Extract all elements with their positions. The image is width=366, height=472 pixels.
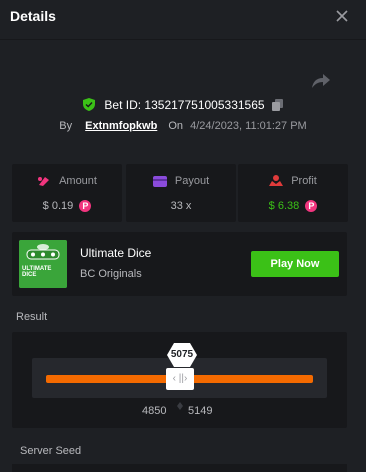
play-now-button[interactable]: Play Now — [251, 251, 339, 277]
coin-icon: P — [79, 200, 92, 213]
profit-value: $ 6.38 — [268, 200, 300, 213]
amount-value: $ 0.19 — [42, 200, 74, 213]
bet-author-row: By Extnmfopkwb On 4/24/2023, 11:01:27 PM — [0, 120, 366, 136]
game-name: Ultimate Dice — [80, 246, 152, 260]
range-high-value: 5149 — [188, 405, 213, 417]
close-icon[interactable] — [334, 8, 350, 24]
coin-icon: P — [305, 200, 318, 213]
range-marker-icon — [177, 402, 183, 410]
payout-icon — [152, 175, 167, 187]
payout-stat: Payout 33 x — [126, 164, 236, 222]
on-label: On — [168, 120, 184, 132]
result-value: 5075 — [170, 349, 194, 360]
payout-value: 33 x — [170, 200, 192, 213]
range-low-value: 4850 — [142, 405, 167, 417]
page-title: Details — [10, 8, 56, 24]
profit-stat: Profit $ 6.38 P — [238, 164, 348, 222]
profit-label: Profit — [291, 175, 317, 188]
game-thumbnail[interactable]: ULTIMATE DICE — [19, 240, 67, 288]
shield-check-icon — [83, 98, 96, 112]
result-value-badge: 5075 — [166, 342, 198, 368]
by-label: By — [59, 120, 73, 132]
slider-handle[interactable]: ‹ ||› — [166, 368, 194, 390]
amount-stat: Amount $ 0.19 P — [12, 164, 122, 222]
share-icon[interactable] — [311, 72, 331, 90]
user-link[interactable]: Extnmfopkwb — [85, 120, 157, 132]
server-seed-heading: Server Seed — [20, 445, 82, 457]
thumbnail-caption: ULTIMATE DICE — [22, 266, 52, 278]
game-provider: BC Originals — [80, 268, 142, 280]
bet-date: 4/24/2023, 11:01:27 PM — [190, 120, 307, 132]
result-heading: Result — [16, 311, 48, 323]
dice-logo-icon — [19, 240, 67, 288]
profit-icon — [269, 175, 284, 187]
bet-id-text: Bet ID: 135217751005331565 — [104, 97, 265, 112]
server-seed-panel — [12, 464, 347, 472]
game-card: ULTIMATE DICE Ultimate Dice BC Originals… — [12, 232, 347, 296]
amount-icon — [38, 177, 49, 187]
result-panel: ‹ ||› 5075 4850 5149 — [12, 332, 347, 428]
bet-id-row: Bet ID: 135217751005331565 — [0, 97, 366, 115]
slider-handle-glyph: ‹ ||› — [172, 373, 188, 384]
modal-header: Details — [0, 0, 366, 40]
amount-label: Amount — [59, 175, 97, 188]
payout-label: Payout — [174, 175, 210, 188]
copy-icon[interactable] — [271, 98, 283, 111]
